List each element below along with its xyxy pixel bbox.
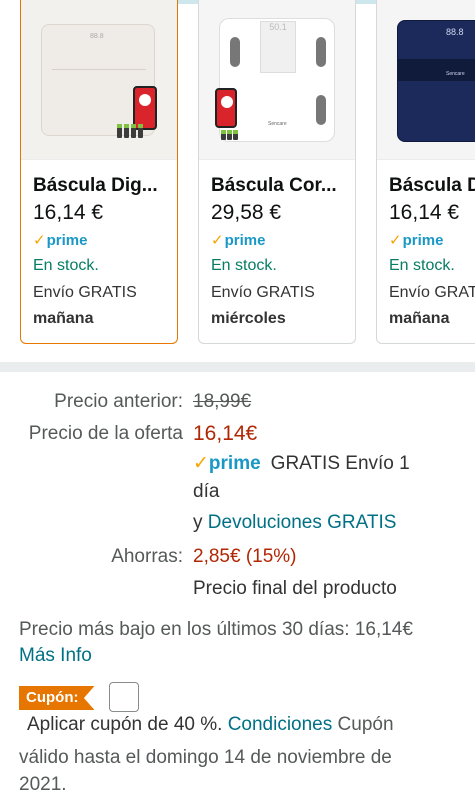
battery-icon (221, 130, 226, 140)
phone-app-image (133, 86, 157, 130)
coupon-badge: Cupón: (19, 686, 95, 710)
previous-price-value: 18,99€ (193, 391, 252, 412)
phone-app-image (215, 88, 237, 128)
deal-price-label: Precio de la oferta (28, 423, 183, 444)
prime-logo: ✓prime (193, 453, 261, 474)
prime-check-icon: ✓ (211, 232, 224, 249)
product-price: 16,14 € (389, 201, 460, 224)
delivery-date: mañana (389, 310, 450, 327)
delivery-text: GRATIS Envío 1 (270, 453, 410, 474)
more-info-link[interactable]: Más Info (19, 645, 92, 667)
product-title[interactable]: Báscula Cor... (211, 175, 337, 197)
prime-check-icon: ✓ (389, 232, 402, 249)
product-card[interactable]: 88.8 Báscula Dig... 16,14 € ✓prime En st… (20, 0, 178, 344)
delivery-date: miércoles (211, 310, 286, 327)
product-title[interactable]: Báscula Dig... (33, 175, 158, 197)
coupon-validity-prefix: Cupón (337, 714, 394, 735)
shipping-text: Envío GRAT (389, 284, 475, 301)
coupon-validity-text: válido hasta el domingo 14 de noviembre … (19, 747, 392, 768)
prime-delivery: ✓prime GRATIS Envío 1 (193, 452, 410, 475)
returns-prefix: y (193, 512, 203, 533)
scale-illustration: 88.8 Sencare (397, 20, 475, 142)
delivery-date: mañana (33, 310, 94, 327)
shipping-text: Envío GRATIS (33, 284, 137, 301)
stock-status: En stock. (33, 257, 99, 274)
brand-logo: Sencare (446, 71, 465, 77)
product-price: 29,58 € (211, 201, 282, 224)
prime-check-icon: ✓ (193, 453, 209, 474)
free-returns-link[interactable]: Devoluciones GRATIS (208, 512, 397, 533)
coupon-apply-text: Aplicar cupón de 40 %. (27, 714, 223, 735)
coupon-apply-line: Aplicar cupón de 40 %. Condiciones Cupón (27, 714, 394, 736)
prime-badge: ✓prime (389, 232, 444, 249)
stock-status: En stock. (389, 257, 455, 274)
prime-check-icon: ✓ (33, 232, 46, 249)
final-price-note: Precio final del producto (193, 578, 397, 599)
product-card[interactable]: 50.1 Sencare Báscula Cor... 29,58 € ✓pri… (198, 0, 356, 344)
coupon-checkbox[interactable] (109, 682, 139, 712)
related-products-carousel[interactable]: 88.8 Báscula Dig... 16,14 € ✓prime En st… (0, 0, 475, 362)
product-card[interactable]: 88.8 Sencare Báscula D 16,14 € ✓prime En… (376, 0, 475, 344)
product-price: 16,14 € (33, 201, 104, 224)
scale-display: 50.1 (260, 21, 296, 73)
section-divider (0, 362, 475, 372)
savings-value: 2,85€ (15%) (193, 546, 297, 567)
stock-status: En stock. (211, 257, 277, 274)
prime-badge: ✓prime (33, 232, 88, 249)
battery-icon (117, 124, 122, 138)
savings-label: Ahorras: (111, 546, 183, 567)
product-image[interactable]: 88.8 (21, 0, 177, 160)
brand-logo: Sencare (268, 121, 287, 127)
shipping-text: Envío GRATIS (211, 284, 315, 301)
coupon-validity-year: 2021. (19, 774, 67, 795)
prime-badge: ✓prime (211, 232, 266, 249)
delivery-text-cont: día (193, 481, 220, 502)
returns-line: y Devoluciones GRATIS (193, 512, 396, 534)
deal-price-value: 16,14€ (193, 422, 258, 445)
scale-display: 88.8 (446, 27, 464, 37)
product-image[interactable]: 88.8 Sencare (377, 0, 475, 160)
product-image[interactable]: 50.1 Sencare (199, 0, 355, 160)
coupon-conditions-link[interactable]: Condiciones (228, 714, 333, 735)
previous-price-label: Precio anterior: (54, 391, 183, 412)
lowest-price-text: Precio más bajo en los últimos 30 días: … (19, 619, 413, 640)
scale-display: 88.8 (90, 33, 104, 40)
product-title[interactable]: Báscula D (389, 175, 475, 197)
